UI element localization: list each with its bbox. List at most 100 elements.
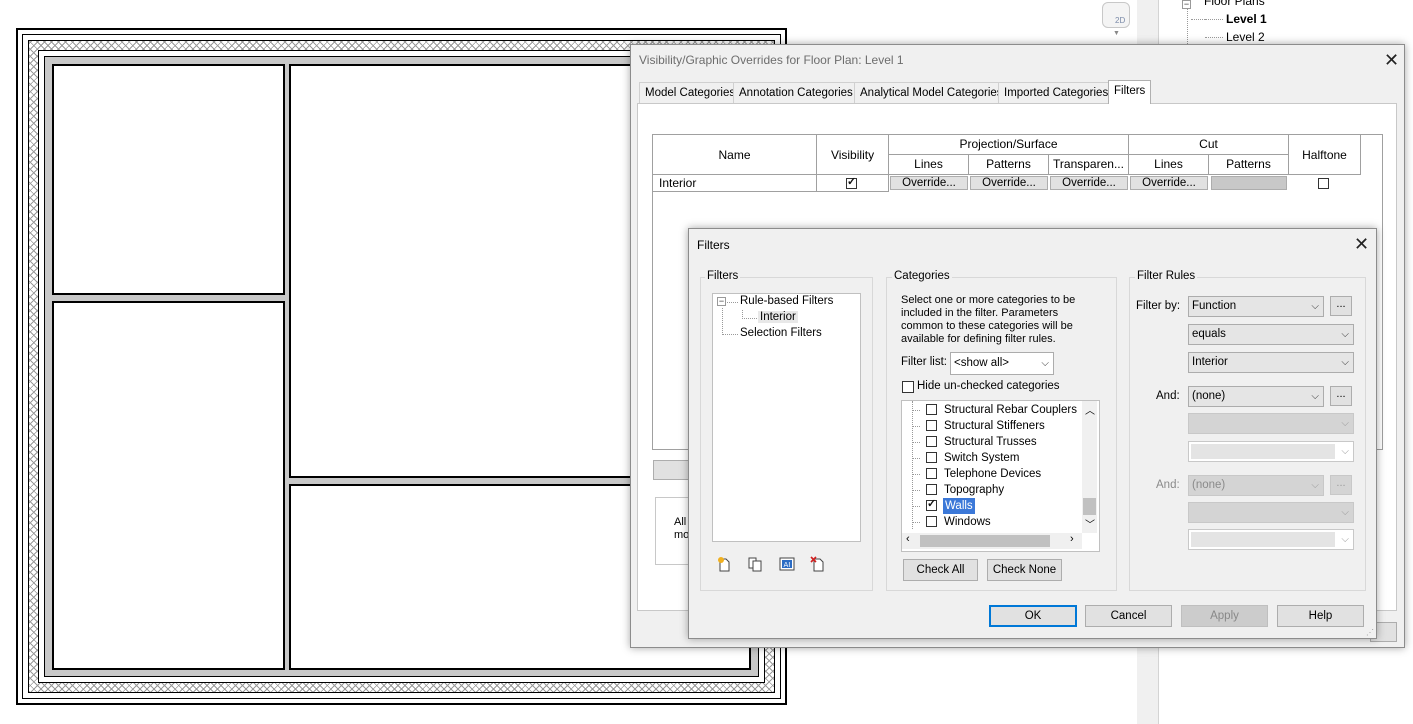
value-dropdown[interactable]: Interior ⌵ — [1188, 352, 1354, 373]
operator-value: equals — [1192, 328, 1226, 340]
tree-rule-based-filters[interactable]: Rule-based Filters — [740, 295, 833, 307]
category-item[interactable]: Structural Rebar Couplers — [944, 402, 1077, 418]
header-proj-patterns[interactable]: Patterns — [969, 155, 1049, 175]
delete-filter-icon[interactable] — [810, 556, 826, 572]
tree-item-interior[interactable]: Interior — [758, 311, 798, 323]
category-checkbox[interactable] — [926, 420, 937, 431]
close-icon[interactable]: ✕ — [1384, 51, 1399, 69]
and-dropdown-1[interactable]: (none) ⌵ — [1188, 386, 1324, 407]
operator-dropdown[interactable]: equals ⌵ — [1188, 324, 1354, 345]
tree-line — [912, 458, 920, 459]
chevron-down-icon: ⌵ — [1341, 446, 1349, 457]
vg-info-text-2: mo — [674, 529, 690, 541]
chevron-up-icon[interactable]: ︿ — [1085, 402, 1095, 417]
vertical-scrollbar[interactable]: ︿ ﹀ — [1082, 401, 1097, 533]
cancel-button[interactable]: Cancel — [1085, 605, 1172, 627]
category-item-selected[interactable]: Walls — [943, 498, 975, 514]
category-checkbox[interactable] — [926, 516, 937, 527]
horizontal-scrollbar[interactable]: ‹ › — [902, 533, 1082, 549]
help-button[interactable]: Help — [1277, 605, 1364, 627]
tree-selection-filters[interactable]: Selection Filters — [740, 327, 822, 339]
collapse-icon[interactable]: − — [1182, 0, 1191, 9]
rename-filter-icon[interactable]: AI — [779, 556, 795, 572]
tab-model-categories[interactable]: Model Categories — [639, 82, 742, 103]
halftone-checkbox[interactable] — [1318, 178, 1329, 189]
row-interior-name[interactable]: Interior — [653, 175, 817, 192]
category-checkbox[interactable] — [926, 404, 937, 415]
override-proj-patterns-button[interactable]: Override... — [970, 176, 1048, 190]
chevron-down-icon[interactable]: ﹀ — [1085, 516, 1095, 531]
category-item[interactable]: Telephone Devices — [944, 466, 1041, 482]
header-name[interactable]: Name — [653, 135, 817, 175]
override-cut-patterns-swatch[interactable] — [1211, 176, 1287, 190]
category-rows: Structural Rebar Couplers Structural Sti… — [902, 402, 1082, 530]
tree-line — [727, 302, 738, 303]
filter-list-label: Filter list: — [901, 356, 947, 368]
header-proj-lines[interactable]: Lines — [889, 155, 969, 175]
category-item[interactable]: Topography — [944, 482, 1004, 498]
override-proj-transparency-button[interactable]: Override... — [1050, 176, 1128, 190]
and-operator-dropdown-1: ⌵ — [1188, 413, 1354, 434]
tree-item-level-2[interactable]: Level 2 — [1226, 30, 1265, 44]
chevron-left-icon[interactable]: ‹ — [906, 533, 910, 545]
categories-description-line: Select one or more categories to be — [901, 294, 1076, 306]
category-checkbox[interactable] — [926, 436, 937, 447]
chevron-down-icon: ⌵ — [1341, 357, 1349, 368]
and-ellipsis-button-2: ... — [1330, 475, 1352, 495]
category-item[interactable]: Switch System — [944, 450, 1019, 466]
check-none-button[interactable]: Check None — [987, 559, 1062, 581]
and-value-dropdown-1: ⌵ — [1188, 441, 1354, 462]
tree-item-level-1[interactable]: Level 1 — [1226, 12, 1267, 26]
filter-by-dropdown[interactable]: Function ⌵ — [1188, 296, 1324, 317]
filter-by-ellipsis-button[interactable]: ... — [1330, 296, 1352, 316]
tree-line — [912, 522, 920, 523]
scrollbar-thumb[interactable] — [920, 535, 1050, 547]
header-proj-transparency[interactable]: Transparen... — [1049, 155, 1129, 175]
and-value-dropdown-2: ⌵ — [1188, 529, 1354, 550]
category-checkbox[interactable] — [926, 497, 937, 511]
view-cube-widget[interactable]: 2D ▼ — [1100, 0, 1133, 44]
header-visibility[interactable]: Visibility — [817, 135, 889, 175]
header-halftone[interactable]: Halftone — [1289, 135, 1361, 175]
collapse-icon[interactable]: − — [717, 297, 726, 306]
svg-text:AI: AI — [784, 561, 791, 569]
header-cut-patterns[interactable]: Patterns — [1209, 155, 1289, 175]
header-projection-surface: Projection/Surface — [889, 135, 1129, 155]
and-ellipsis-button-1[interactable]: ... — [1330, 386, 1352, 406]
tab-annotation-categories[interactable]: Annotation Categories — [733, 82, 859, 103]
category-checkbox[interactable] — [926, 468, 937, 479]
tab-filters[interactable]: Filters — [1108, 80, 1152, 104]
duplicate-filter-icon[interactable] — [747, 556, 763, 572]
hide-unchecked-label[interactable]: Hide un-checked categories — [917, 380, 1060, 392]
chevron-right-icon[interactable]: › — [1070, 533, 1074, 545]
category-item[interactable]: Windows — [944, 514, 991, 530]
categories-description-line: included in the filter. Parameters — [901, 307, 1059, 319]
tab-imported-categories[interactable]: Imported Categories — [998, 82, 1115, 103]
tree-item-floor-plans[interactable]: Floor Plans — [1204, 0, 1265, 8]
tree-line — [912, 426, 920, 427]
ok-button[interactable]: OK — [989, 605, 1077, 627]
header-cut-lines[interactable]: Lines — [1129, 155, 1209, 175]
apply-button: Apply — [1181, 605, 1268, 627]
vg-add-button-partial[interactable] — [653, 460, 693, 480]
filter-list-dropdown[interactable]: <show all> ⌵ — [950, 352, 1054, 375]
category-item[interactable]: Structural Stiffeners — [944, 418, 1045, 434]
chevron-down-icon: ⌵ — [1311, 301, 1319, 312]
category-checkbox[interactable] — [926, 452, 937, 463]
new-filter-icon[interactable] — [716, 556, 732, 572]
category-item[interactable]: Structural Trusses — [944, 434, 1037, 450]
check-all-button[interactable]: Check All — [903, 559, 978, 581]
tab-analytical-model-categories[interactable]: Analytical Model Categories — [854, 82, 1009, 103]
hide-unchecked-checkbox[interactable] — [902, 381, 914, 393]
chevron-down-icon: ⌵ — [1041, 358, 1049, 369]
chevron-down-icon[interactable]: ▼ — [1113, 30, 1120, 37]
scrollbar-thumb[interactable] — [1083, 498, 1096, 515]
visibility-checkbox[interactable] — [846, 175, 857, 189]
close-icon[interactable]: ✕ — [1354, 235, 1369, 253]
resize-grip-icon[interactable]: ⋰ — [1366, 628, 1374, 637]
override-cut-lines-button[interactable]: Override... — [1130, 176, 1208, 190]
override-proj-lines-button[interactable]: Override... — [890, 176, 968, 190]
category-checkbox[interactable] — [926, 484, 937, 495]
vg-info-text-1: All — [674, 516, 687, 528]
categories-description-line: available for defining filter rules. — [901, 333, 1056, 345]
